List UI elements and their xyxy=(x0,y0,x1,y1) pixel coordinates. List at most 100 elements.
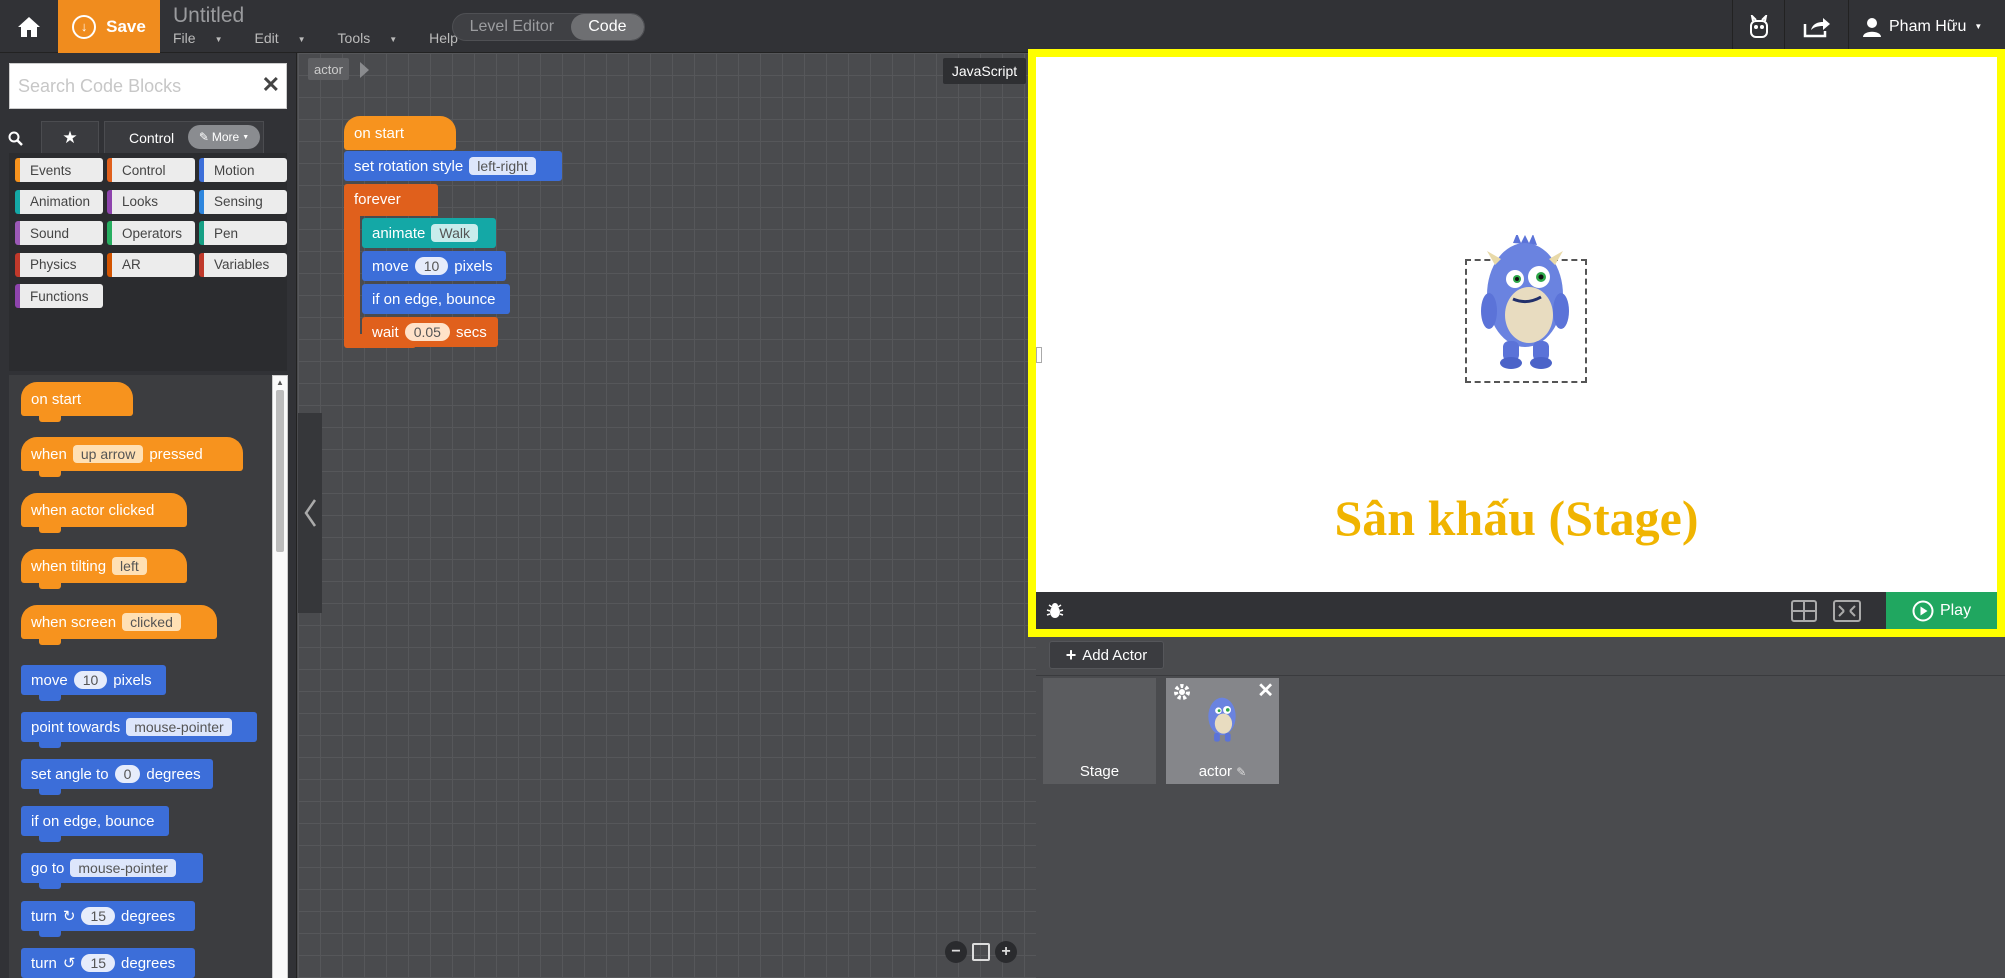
goto-dropdown[interactable]: mouse-pointer xyxy=(70,859,176,877)
share-button[interactable] xyxy=(1784,0,1848,53)
home-button[interactable] xyxy=(0,0,58,53)
script-animate[interactable]: animate Walk xyxy=(362,218,496,248)
block-on-start[interactable]: on start xyxy=(21,382,133,422)
edit-pencil-icon[interactable]: ✎ xyxy=(1236,765,1246,779)
menu-edit[interactable]: Edit ▼ xyxy=(254,30,321,46)
stage-thumbnail[interactable]: Stage xyxy=(1043,678,1156,784)
zoom-in-button[interactable]: + xyxy=(995,941,1017,963)
menu-tools[interactable]: Tools ▼ xyxy=(338,30,414,46)
category-looks[interactable]: Looks xyxy=(107,189,195,214)
point-dropdown[interactable]: mouse-pointer xyxy=(126,718,232,736)
script-set-rotation-style[interactable]: set rotation style left-right xyxy=(344,151,562,181)
play-button[interactable]: Play xyxy=(1886,592,1997,629)
category-physics[interactable]: Physics xyxy=(15,252,103,277)
script-forever[interactable]: forever xyxy=(344,184,438,216)
download-icon: ↓ xyxy=(72,14,97,39)
bug-icon[interactable] xyxy=(1046,602,1064,620)
category-control[interactable]: Control xyxy=(107,158,195,182)
turn-ccw-input[interactable]: 15 xyxy=(81,954,116,972)
rotate-ccw-icon: ↺ xyxy=(62,955,76,972)
wait-input[interactable]: 0.05 xyxy=(404,323,450,341)
tab-arrow-icon xyxy=(360,62,369,78)
zoom-reset-button[interactable] xyxy=(972,943,990,961)
javascript-button[interactable]: JavaScript xyxy=(943,58,1026,84)
user-menu[interactable]: Pham Hữu ▼ xyxy=(1848,0,2005,53)
rotation-style-dropdown[interactable]: left-right xyxy=(469,157,536,175)
script-wait[interactable]: wait 0.05 secs xyxy=(362,317,498,347)
block-when-tilting[interactable]: when tilting left xyxy=(21,549,187,589)
close-icon[interactable]: ✕ xyxy=(262,72,280,98)
caret-down-icon: ▼ xyxy=(214,34,223,44)
block-go-to[interactable]: go to mouse-pointer xyxy=(21,853,203,889)
category-sound[interactable]: Sound xyxy=(15,221,103,245)
block-turn-ccw[interactable]: turn ↺ 15 degrees xyxy=(21,948,195,978)
favorites-tab[interactable]: ★ xyxy=(41,121,99,153)
search-icon[interactable] xyxy=(8,131,24,147)
script-on-start[interactable]: on start xyxy=(344,116,456,150)
actor-tab[interactable]: actor xyxy=(308,58,349,80)
stage-canvas[interactable]: Sân khấu (Stage) xyxy=(1036,57,1997,592)
actor-thumbnail[interactable]: ✕ actor ✎ xyxy=(1166,678,1279,784)
add-actor-button[interactable]: + Add Actor xyxy=(1049,641,1164,669)
block-edge-bounce[interactable]: if on edge, bounce xyxy=(21,806,169,842)
save-label: Save xyxy=(106,16,146,36)
document-title[interactable]: Untitled xyxy=(173,4,244,28)
turn-cw-input[interactable]: 15 xyxy=(81,907,116,925)
character-button[interactable] xyxy=(1732,0,1784,53)
category-events[interactable]: Events xyxy=(15,158,103,182)
category-ar[interactable]: AR xyxy=(107,252,195,277)
tilt-dropdown[interactable]: left xyxy=(112,557,147,575)
stage-title: Sân khấu (Stage) xyxy=(1334,490,1699,546)
category-sensing[interactable]: Sensing xyxy=(199,189,287,214)
animation-dropdown[interactable]: Walk xyxy=(431,224,478,242)
script-move-input[interactable]: 10 xyxy=(414,257,449,275)
level-editor-tab[interactable]: Level Editor xyxy=(453,14,571,40)
category-variables[interactable]: Variables xyxy=(199,252,287,277)
code-tab[interactable]: Code xyxy=(570,14,644,40)
caret-down-icon: ▼ xyxy=(1974,22,1983,31)
angle-input[interactable]: 0 xyxy=(114,765,141,783)
category-pen[interactable]: Pen xyxy=(199,221,287,245)
save-button[interactable]: ↓ Save xyxy=(58,0,160,53)
category-animation[interactable]: Animation xyxy=(15,189,103,214)
block-move[interactable]: move 10 pixels xyxy=(21,665,166,701)
actor-selection-box[interactable] xyxy=(1465,235,1587,383)
gear-icon[interactable] xyxy=(1172,682,1192,702)
menu-bar: File ▼ Edit ▼ Tools ▼ Help xyxy=(173,30,490,46)
script-edge-bounce[interactable]: if on edge, bounce xyxy=(362,284,510,314)
mode-switch: Level Editor Code xyxy=(452,13,645,41)
block-point-towards[interactable]: point towards mouse-pointer xyxy=(21,712,257,748)
scroll-thumb[interactable] xyxy=(276,390,284,552)
move-input[interactable]: 10 xyxy=(73,671,108,689)
collapse-palette-button[interactable] xyxy=(298,413,322,613)
search-input[interactable] xyxy=(10,64,250,108)
code-workspace[interactable]: actor JavaScript on start set rotation s… xyxy=(298,53,1036,978)
close-icon[interactable]: ✕ xyxy=(1257,678,1274,703)
category-operators[interactable]: Operators xyxy=(107,221,195,245)
screen-dropdown[interactable]: clicked xyxy=(122,613,181,631)
more-button[interactable]: ✎ More ▼ xyxy=(188,125,260,149)
grid-icon[interactable] xyxy=(1791,600,1817,622)
monster-sprite[interactable] xyxy=(1475,235,1575,375)
palette-scrollbar[interactable]: ▲ ▼ xyxy=(272,375,288,978)
block-when-actor-clicked[interactable]: when actor clicked xyxy=(21,493,187,533)
fullscreen-icon[interactable] xyxy=(1833,600,1861,622)
scroll-up-icon[interactable]: ▲ xyxy=(276,378,284,387)
user-icon xyxy=(1863,17,1881,37)
block-turn-cw[interactable]: turn ↻ 15 degrees xyxy=(21,901,195,937)
script-move[interactable]: move 10 pixels xyxy=(362,251,506,281)
resize-handle[interactable] xyxy=(1036,347,1042,363)
menu-file[interactable]: File ▼ xyxy=(173,30,238,46)
caret-down-icon: ▼ xyxy=(297,34,306,44)
block-list: on start when up arrow pressed when acto… xyxy=(9,375,272,978)
home-icon xyxy=(18,16,40,37)
category-motion[interactable]: Motion xyxy=(199,158,287,182)
block-set-angle[interactable]: set angle to 0 degrees xyxy=(21,759,213,795)
user-name: Pham Hữu xyxy=(1889,17,1967,35)
category-functions[interactable]: Functions xyxy=(15,284,103,308)
caret-down-icon: ▼ xyxy=(389,34,398,44)
block-when-key-pressed[interactable]: when up arrow pressed xyxy=(21,437,243,477)
key-dropdown[interactable]: up arrow xyxy=(72,445,144,463)
block-when-screen[interactable]: when screen clicked xyxy=(21,605,217,645)
zoom-out-button[interactable]: − xyxy=(945,941,967,963)
